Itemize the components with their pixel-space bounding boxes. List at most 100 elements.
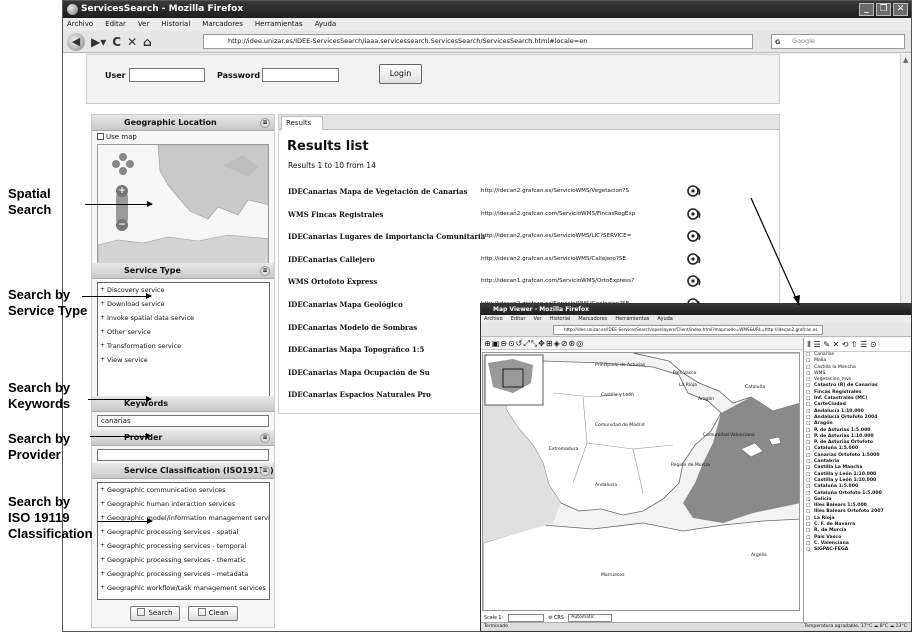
- layers-tools-icons[interactable]: Ⅱ ☰ ✎ ✕ ⟲ ⇧ ☰ ⊙: [807, 340, 877, 349]
- clean-button[interactable]: Clean: [188, 606, 238, 621]
- menu-item-ayuda[interactable]: Ayuda: [657, 315, 672, 323]
- stop-icon[interactable]: ✕: [127, 35, 137, 49]
- result-url[interactable]: http://idecan2.grafcan.es/ServicioWMS/LI…: [481, 233, 681, 239]
- result-row[interactable]: IDECanarias Callejero http://idecan2.graf…: [288, 251, 718, 273]
- service-type-item[interactable]: Transformation service: [98, 339, 269, 353]
- menu-item-editar[interactable]: Editar: [105, 18, 126, 31]
- result-name[interactable]: WMS Ortofoto Express: [288, 277, 377, 286]
- menu-item-archivo[interactable]: Archivo: [484, 315, 503, 323]
- menu-item-herramientas[interactable]: Herramientas: [615, 315, 649, 323]
- pan-down-icon[interactable]: [119, 167, 127, 175]
- keywords-input[interactable]: canarias: [97, 415, 269, 427]
- view-map-icon[interactable]: [687, 229, 702, 243]
- classification-item[interactable]: Geographic human interaction services: [98, 497, 269, 511]
- menu-item-herramientas[interactable]: Herramientas: [255, 18, 303, 31]
- menu-item-historial[interactable]: Historial: [550, 315, 571, 323]
- provider-header[interactable]: Provider ≡: [92, 430, 274, 446]
- maximize-button[interactable]: ❐: [876, 3, 891, 16]
- close-button[interactable]: ✕: [893, 3, 908, 16]
- classification-item[interactable]: Geographic communication services: [98, 483, 269, 497]
- result-row[interactable]: WMS Fincas Registrales http://idecan2.gra…: [288, 206, 718, 228]
- collapse-icon[interactable]: ≡: [260, 266, 270, 276]
- classification-item[interactable]: Geographic processing services - tempora…: [98, 539, 269, 553]
- classification-item[interactable]: Geographic model/information management …: [98, 511, 269, 525]
- service-type-item[interactable]: Invoke spatial data service: [98, 311, 269, 325]
- address-bar[interactable]: http://idee.unizar.es/IDEE-ServicesSearc…: [203, 34, 753, 49]
- result-url[interactable]: http://idecan1.grafcan.com/ServicioWMS/O…: [481, 278, 681, 284]
- tab-results[interactable]: Results: [281, 116, 323, 130]
- reload-icon[interactable]: C: [112, 35, 121, 49]
- use-map-checkbox[interactable]: Use map: [97, 133, 137, 141]
- result-row[interactable]: IDECanarias Mapa de Vegetación de Canari…: [288, 183, 718, 205]
- checkbox-icon[interactable]: [97, 133, 104, 140]
- result-row[interactable]: WMS Ortofoto Express http://idecan1.grafc…: [288, 273, 718, 295]
- geographic-location-header[interactable]: Geographic Location ≡: [92, 115, 274, 131]
- menu-item-ayuda[interactable]: Ayuda: [315, 18, 337, 31]
- home-icon[interactable]: ⌂: [143, 35, 152, 49]
- window-controls: _ ❐ ✕: [859, 3, 908, 16]
- firefox-icon: [67, 4, 78, 15]
- result-name[interactable]: IDECanarias Lugares de Importancia Comun…: [288, 232, 485, 241]
- service-type-item[interactable]: View service: [98, 353, 269, 367]
- scale-input[interactable]: [507, 613, 544, 622]
- menu-item-archivo[interactable]: Archivo: [67, 18, 93, 31]
- search-button[interactable]: Search: [130, 606, 180, 621]
- classification-item[interactable]: Geographic processing services - spatial: [98, 525, 269, 539]
- pan-control[interactable]: [112, 153, 134, 175]
- gear-icon[interactable]: ⚙: [548, 616, 552, 621]
- menu-item-marcadores[interactable]: Marcadores: [578, 315, 607, 323]
- result-name[interactable]: IDECanarias Modelo de Sombras: [288, 323, 417, 332]
- map-tools-icons[interactable]: ⊕▣⊖⊙↺⤢⤡✥⊞◈⊘⊛◎: [484, 339, 584, 348]
- result-name[interactable]: IDECanarias Espacios Naturales Pro: [288, 390, 431, 399]
- classification-item[interactable]: Geographic processing services - themati…: [98, 553, 269, 567]
- layers-toolbar[interactable]: Ⅱ ☰ ✎ ✕ ⟲ ⇧ ☰ ⊙: [804, 338, 911, 352]
- menu-item-ver[interactable]: Ver: [138, 18, 149, 31]
- menu-item-historial[interactable]: Historial: [161, 18, 190, 31]
- result-name[interactable]: IDECanarias Mapa de Vegetación de Canari…: [288, 187, 467, 196]
- service-type-item[interactable]: Other service: [98, 325, 269, 339]
- map-viewer-map[interactable]: Principado de Asturias País Vasco La Rio…: [482, 352, 800, 611]
- zoom-in-icon[interactable]: +: [116, 185, 128, 197]
- view-map-icon[interactable]: [687, 207, 702, 221]
- service-type-item[interactable]: Download service: [98, 297, 269, 311]
- pan-up-icon[interactable]: [119, 153, 127, 161]
- result-name[interactable]: WMS Fincas Registrales: [288, 210, 383, 219]
- view-map-icon[interactable]: [687, 274, 702, 288]
- zoom-out-icon[interactable]: −: [116, 219, 128, 231]
- view-map-icon[interactable]: [687, 252, 702, 266]
- provider-input[interactable]: [97, 449, 269, 461]
- result-name[interactable]: IDECanarias Mapa Topográfico 1:5: [288, 345, 424, 354]
- classification-item[interactable]: Geographic processing services - metadat…: [98, 567, 269, 581]
- collapse-icon[interactable]: ≡: [260, 118, 270, 128]
- map-viewer-address-bar[interactable]: http://idee.unizar.es/IDEE-ServicesSearc…: [553, 325, 823, 335]
- results-title: Results list: [287, 139, 369, 154]
- view-map-icon[interactable]: [687, 184, 702, 198]
- collapse-icon[interactable]: ≡: [260, 466, 270, 476]
- service-type-header[interactable]: Service Type ≡: [92, 263, 274, 279]
- result-url[interactable]: http://idecan2.grafcan.es/ServicioWMS/Ca…: [481, 256, 681, 262]
- menu-item-ver[interactable]: Ver: [534, 315, 542, 323]
- collapse-icon[interactable]: ≡: [260, 433, 270, 443]
- crs-select[interactable]: Automatic: [568, 613, 613, 622]
- layer-item[interactable]: SIGPAC-FEGA: [804, 547, 911, 553]
- menu-item-editar[interactable]: Editar: [511, 315, 526, 323]
- search-box[interactable]: G Google: [771, 34, 905, 49]
- pan-right-icon[interactable]: [126, 160, 134, 168]
- pan-left-icon[interactable]: [112, 160, 120, 168]
- user-input[interactable]: [129, 68, 205, 82]
- password-input[interactable]: [262, 68, 339, 82]
- minimize-button[interactable]: _: [859, 3, 874, 16]
- forward-button[interactable]: ▶▾: [91, 35, 106, 49]
- result-url[interactable]: http://idecan2.grafcan.com/ServicioWMS/F…: [481, 211, 681, 217]
- login-button[interactable]: Login: [379, 64, 422, 84]
- classification-item[interactable]: Geographic workflow/task management serv…: [98, 581, 269, 595]
- back-button[interactable]: ◀: [67, 32, 85, 51]
- result-row[interactable]: IDECanarias Lugares de Importancia Comun…: [288, 228, 718, 250]
- result-name[interactable]: IDECanarias Mapa Geológico: [288, 300, 403, 309]
- result-name[interactable]: IDECanarias Mapa Ocupación de Su: [288, 368, 430, 377]
- service-type-item[interactable]: Discovery service: [98, 283, 269, 297]
- menu-item-marcadores[interactable]: Marcadores: [202, 18, 243, 31]
- result-url[interactable]: http://idecan2.grafcan.es/ServicioWMS/Ve…: [481, 188, 681, 194]
- classification-header[interactable]: Service Classification (ISO19119) ≡: [92, 463, 274, 479]
- result-name[interactable]: IDECanarias Callejero: [288, 255, 375, 264]
